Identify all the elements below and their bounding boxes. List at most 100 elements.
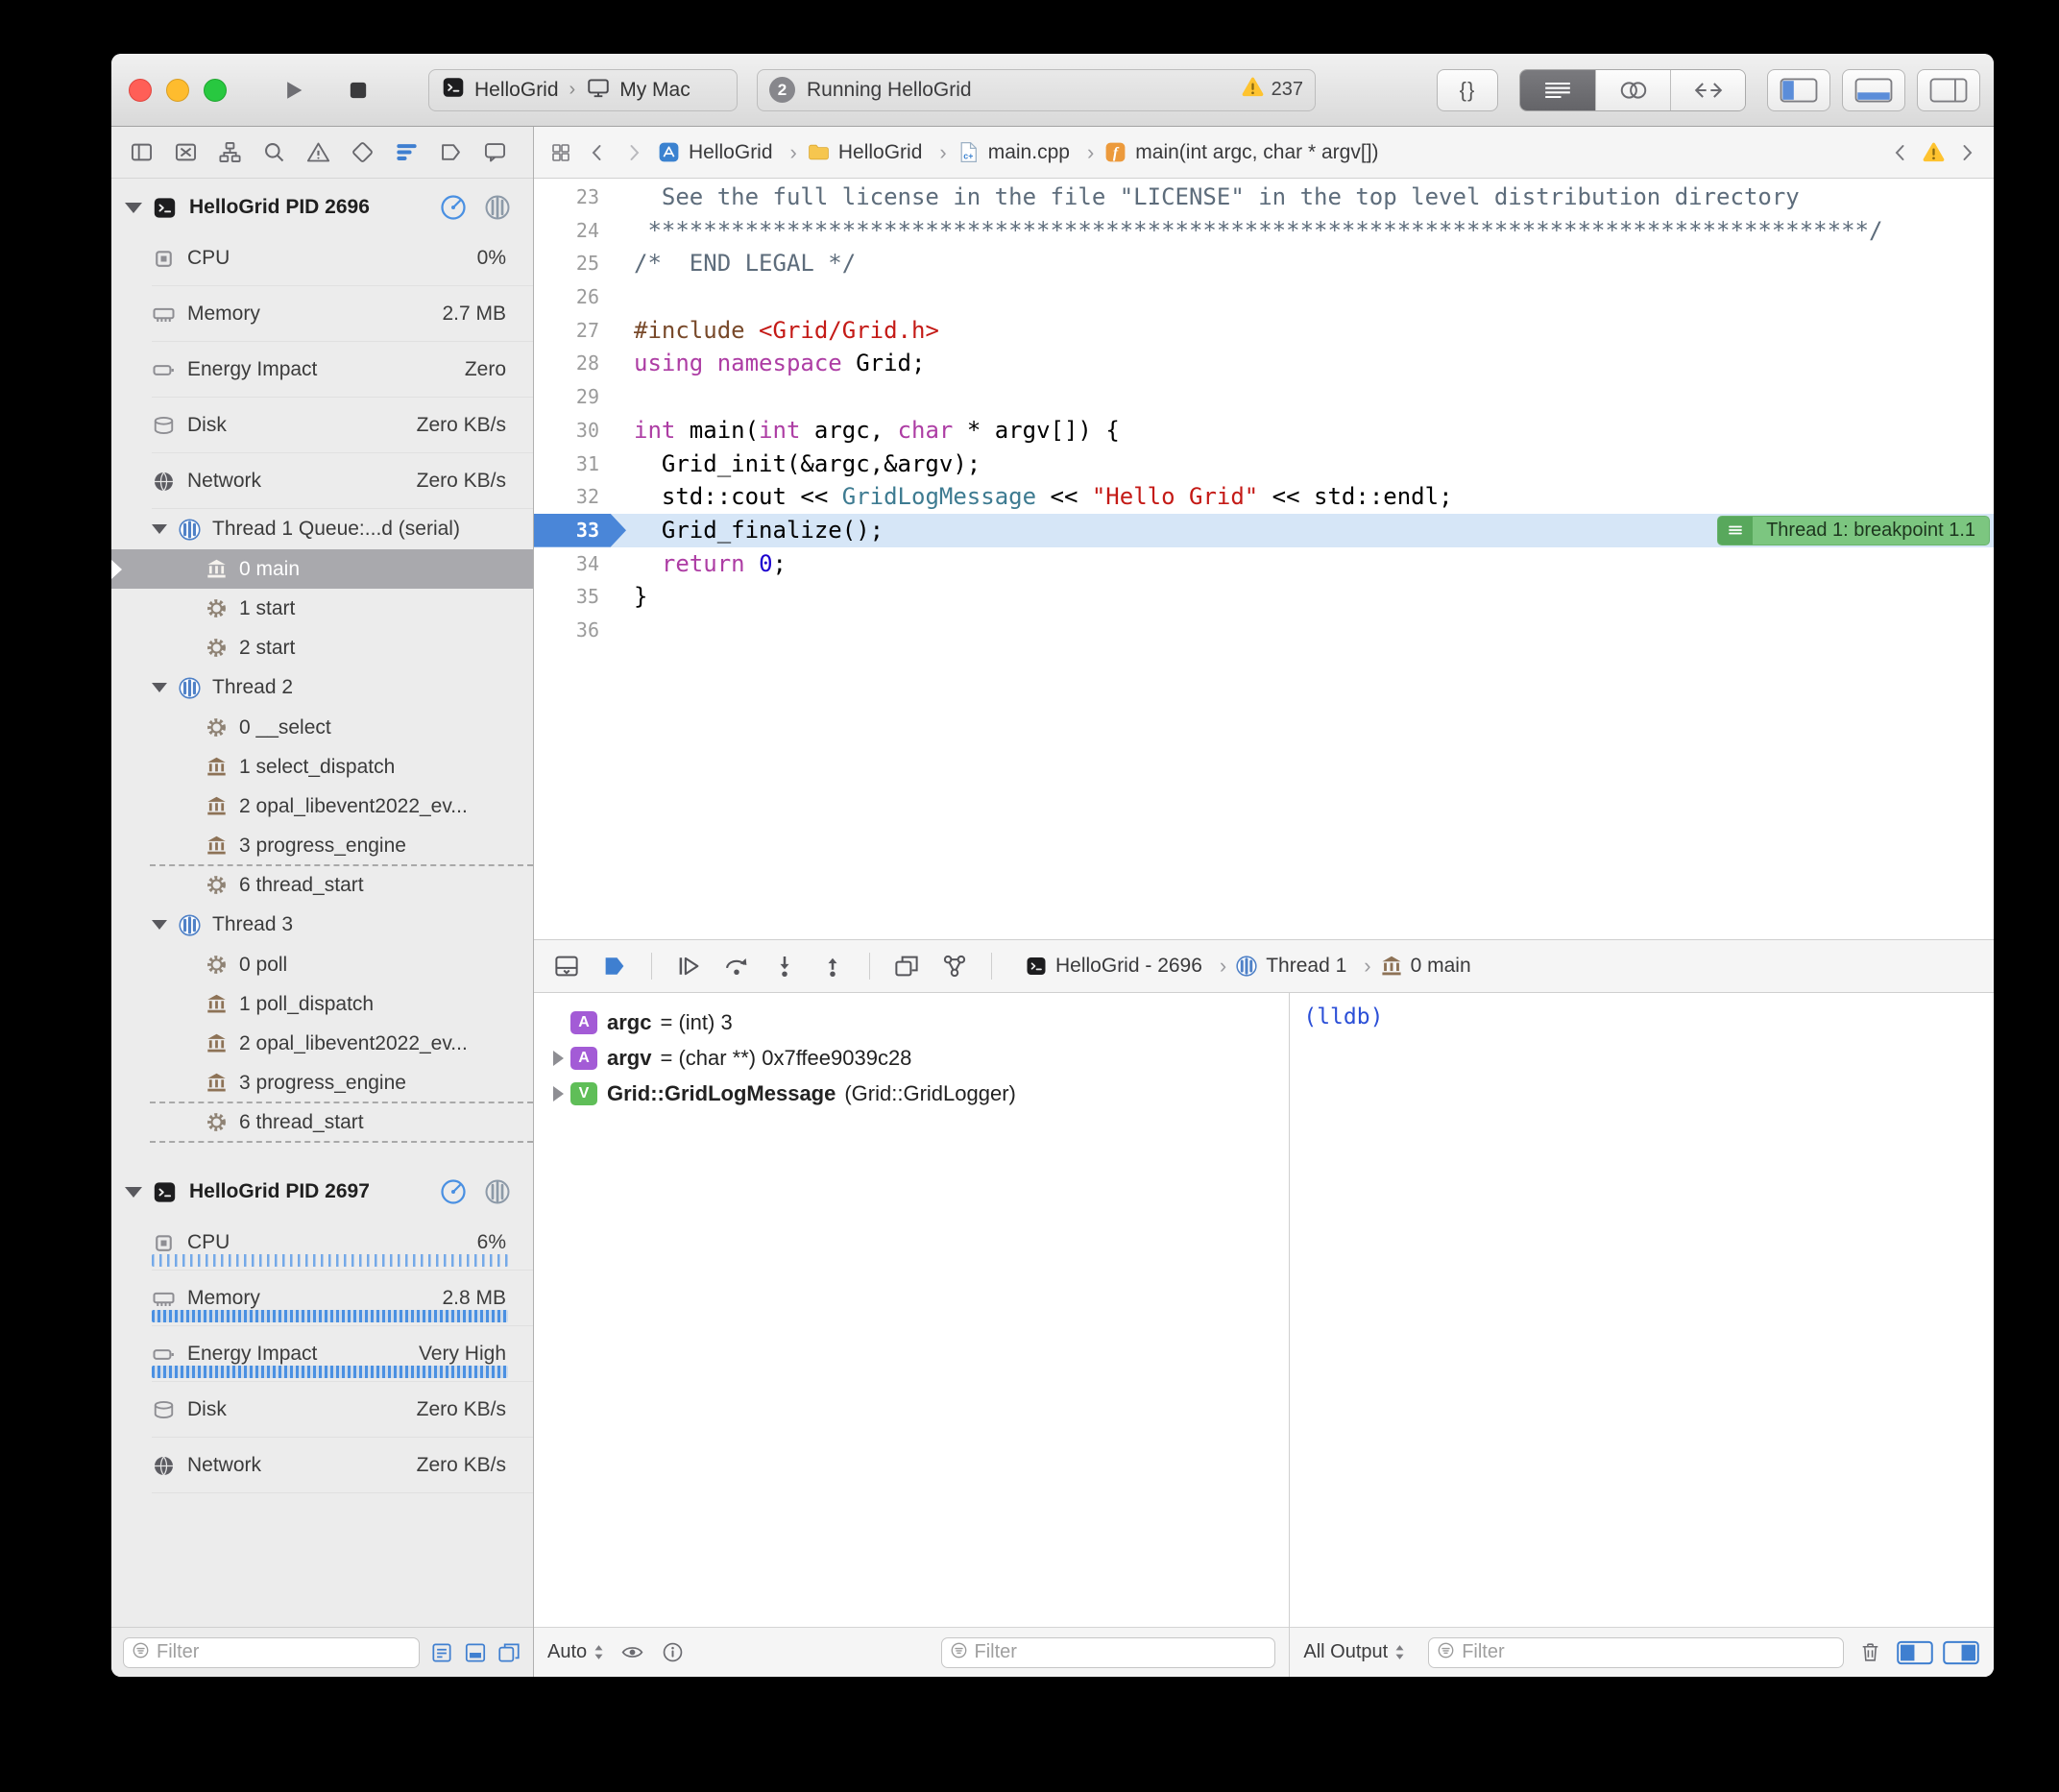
standard-editor-button[interactable] — [1520, 70, 1595, 110]
sidebar-filter-input[interactable] — [157, 1641, 411, 1663]
process-row[interactable]: HelloGrid PID 2696 — [111, 184, 533, 230]
sidebar-filter-field[interactable] — [123, 1637, 420, 1668]
stop-button[interactable] — [342, 74, 375, 107]
stack-frame-row[interactable]: 2 start — [111, 628, 533, 667]
minimize-window-button[interactable] — [166, 79, 189, 102]
console-filter-input[interactable] — [1462, 1641, 1835, 1663]
variables-scope-selector[interactable]: Auto — [547, 1641, 606, 1663]
hide-debug-area-button[interactable] — [549, 949, 584, 983]
breakpoint-navigator-icon[interactable] — [438, 139, 464, 165]
trash-icon[interactable] — [1855, 1638, 1884, 1667]
code-line[interactable]: 25/* END LEGAL */ — [534, 247, 1994, 280]
stack-frame-row[interactable]: 2 opal_libevent2022_ev... — [111, 787, 533, 826]
stack-frame-row[interactable]: 3 progress_engine — [111, 826, 533, 865]
next-issue-button[interactable] — [1953, 139, 1980, 166]
related-items-icon[interactable] — [547, 139, 574, 166]
test-navigator-icon[interactable] — [350, 139, 375, 165]
step-into-button[interactable] — [767, 949, 802, 983]
debug-breadcrumb-item[interactable]: HelloGrid - 2696 — [1025, 954, 1226, 979]
console-scope-selector[interactable]: All Output — [1303, 1641, 1407, 1663]
console-filter-field[interactable] — [1428, 1637, 1844, 1668]
run-button[interactable] — [277, 74, 309, 107]
forward-button[interactable] — [620, 139, 647, 166]
version-editor-button[interactable] — [1670, 70, 1745, 110]
disclosure-triangle-icon[interactable] — [152, 524, 167, 534]
source-editor[interactable]: 23 See the full license in the file "LIC… — [534, 179, 1994, 939]
source-control-navigator-icon[interactable] — [173, 139, 199, 165]
code-line[interactable]: 34 return 0; — [534, 547, 1994, 581]
code-line[interactable]: 32 std::cout << GridLogMessage << "Hello… — [534, 480, 1994, 514]
stack-frame-row[interactable]: 6 thread_start — [111, 1102, 533, 1142]
show-variables-view-icon[interactable] — [1896, 1638, 1934, 1667]
symbol-navigator-icon[interactable] — [217, 139, 243, 165]
warning-count[interactable]: 237 — [1272, 79, 1303, 101]
debug-breadcrumb-item[interactable]: 0 main — [1380, 955, 1479, 978]
memory-graph-button[interactable] — [937, 949, 972, 983]
back-button[interactable] — [584, 139, 611, 166]
variables-filter-input[interactable] — [975, 1641, 1268, 1663]
debug-gauge-row[interactable]: CPU0% — [111, 230, 533, 286]
activate-breakpoints-button[interactable] — [597, 949, 632, 983]
report-navigator-icon[interactable] — [482, 139, 508, 165]
breadcrumb-item[interactable]: c+main.cpp — [957, 140, 1095, 165]
debug-gauge-row[interactable]: Energy ImpactVery High — [111, 1326, 533, 1382]
code-line[interactable]: 27#include <Grid/Grid.h> — [534, 314, 1994, 348]
continue-button[interactable] — [671, 949, 706, 983]
stack-frame-row[interactable]: 0 main — [111, 549, 533, 589]
debug-gauge-row[interactable]: Memory2.8 MB — [111, 1271, 533, 1326]
code-line[interactable]: 35} — [534, 580, 1994, 614]
debug-gauge-row[interactable]: DiskZero KB/s — [111, 398, 533, 453]
debug-gauge-row[interactable]: CPU6% — [111, 1215, 533, 1271]
process-row[interactable]: HelloGrid PID 2697 — [111, 1169, 533, 1215]
debug-gauge-row[interactable]: NetworkZero KB/s — [111, 1438, 533, 1493]
info-icon[interactable] — [658, 1638, 687, 1667]
variables-filter-field[interactable] — [941, 1637, 1276, 1668]
breakpoint-annotation-badge[interactable]: Thread 1: breakpoint 1.1 — [1717, 516, 1990, 545]
thread-row[interactable]: Thread 3 — [111, 905, 533, 945]
toggle-navigator-panel-button[interactable] — [1767, 69, 1830, 111]
code-line[interactable]: 23 See the full license in the file "LIC… — [534, 181, 1994, 214]
show-only-eye-icon[interactable] — [618, 1638, 646, 1667]
stack-frame-row[interactable]: 1 select_dispatch — [111, 747, 533, 787]
jumpbar-warning-icon[interactable] — [1922, 140, 1946, 164]
filter-records-icon[interactable] — [429, 1640, 454, 1665]
stack-frame-row[interactable]: 1 start — [111, 589, 533, 628]
thread-row[interactable]: Thread 2 — [111, 667, 533, 708]
code-line[interactable]: 29 — [534, 380, 1994, 414]
disclosure-triangle-icon[interactable] — [545, 1086, 570, 1102]
scheme-selector[interactable]: HelloGrid › My Mac — [428, 69, 738, 111]
disclosure-triangle-icon[interactable] — [152, 920, 167, 930]
project-navigator-icon[interactable] — [129, 139, 155, 165]
stack-frame-row[interactable]: 6 thread_start — [111, 865, 533, 905]
code-line[interactable]: 26 — [534, 280, 1994, 314]
console-output[interactable]: (lldb) — [1290, 993, 1994, 1627]
find-navigator-icon[interactable] — [261, 139, 287, 165]
disclosure-triangle-icon[interactable] — [125, 203, 142, 213]
code-snippet-button[interactable]: {} — [1437, 69, 1498, 111]
debug-gauge-row[interactable]: Memory2.7 MB — [111, 286, 533, 342]
activity-viewer[interactable]: 2 Running HelloGrid 237 — [757, 69, 1316, 111]
gauge-dial-icon[interactable] — [439, 1177, 468, 1206]
stack-frame-row[interactable]: 0 __select — [111, 708, 533, 747]
toggle-debug-area-button[interactable] — [1842, 69, 1905, 111]
debug-gauge-row[interactable]: Energy ImpactZero — [111, 342, 533, 398]
threads-view-icon[interactable] — [463, 1640, 488, 1665]
issue-navigator-icon[interactable] — [305, 139, 331, 165]
previous-issue-button[interactable] — [1887, 139, 1914, 166]
breadcrumb-item[interactable]: HelloGrid — [807, 140, 947, 165]
close-window-button[interactable] — [129, 79, 152, 102]
disclosure-triangle-icon[interactable] — [545, 1051, 570, 1066]
code-line[interactable]: 30int main(int argc, char * argv[]) { — [534, 414, 1994, 448]
debug-view-hierarchy-button[interactable] — [889, 949, 924, 983]
debug-gauge-row[interactable]: DiskZero KB/s — [111, 1382, 533, 1438]
disclosure-triangle-icon[interactable] — [152, 683, 167, 692]
disclosure-triangle-icon[interactable] — [125, 1187, 142, 1198]
code-line[interactable]: 33 Grid_finalize();Thread 1: breakpoint … — [534, 514, 1994, 547]
show-console-view-icon[interactable] — [1942, 1638, 1980, 1667]
stack-frame-row[interactable]: 1 poll_dispatch — [111, 984, 533, 1024]
debug-gauge-row[interactable]: NetworkZero KB/s — [111, 453, 533, 509]
stack-frame-row[interactable]: 0 poll — [111, 945, 533, 984]
code-line[interactable]: 28using namespace Grid; — [534, 347, 1994, 380]
debug-navigator-icon[interactable] — [394, 139, 420, 165]
stack-frame-row[interactable]: 3 progress_engine — [111, 1063, 533, 1102]
